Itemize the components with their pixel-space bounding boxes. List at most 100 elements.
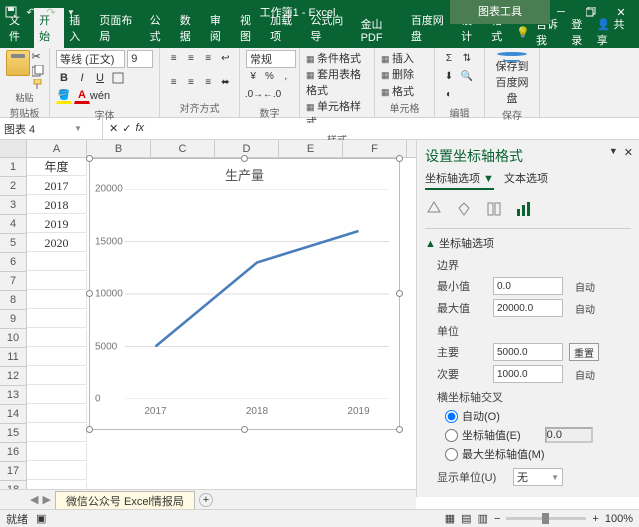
row-10[interactable]: 10	[0, 329, 27, 348]
enter-formula-icon[interactable]: ✓	[122, 122, 131, 135]
cell-A11[interactable]	[27, 348, 87, 366]
chart-handle-nw[interactable]	[86, 155, 93, 162]
tab-formula[interactable]: 公式	[145, 8, 175, 48]
cross-value-radio[interactable]	[445, 429, 458, 442]
qa-more-icon[interactable]: ▼	[64, 5, 78, 19]
col-A[interactable]: A	[27, 140, 87, 157]
row-2[interactable]: 2	[0, 177, 27, 196]
row-6[interactable]: 6	[0, 253, 27, 272]
tab-layout[interactable]: 页面布局	[94, 8, 144, 48]
cell-A6[interactable]	[27, 253, 87, 271]
cancel-formula-icon[interactable]: ✕	[109, 122, 118, 135]
effects-icon[interactable]	[455, 200, 473, 218]
display-unit-combo[interactable]: 无▼	[513, 468, 563, 486]
col-B[interactable]: B	[87, 140, 151, 157]
pane-tab-axis[interactable]: 坐标轴选项 ▼	[425, 170, 494, 190]
baidu-cloud-icon[interactable]	[497, 52, 527, 56]
bold-button[interactable]: B	[56, 70, 72, 86]
tab-data[interactable]: 数据	[175, 8, 205, 48]
cell-A8[interactable]	[27, 291, 87, 309]
chart-handle-n[interactable]	[241, 155, 248, 162]
zoom-out-icon[interactable]: −	[494, 513, 500, 525]
format-painter-icon[interactable]	[32, 79, 44, 90]
row-4[interactable]: 4	[0, 215, 27, 234]
redo-icon[interactable]: ↷	[44, 5, 58, 19]
name-box-input[interactable]	[4, 123, 74, 135]
name-box[interactable]: ▼	[0, 118, 103, 139]
col-E[interactable]: E	[279, 140, 343, 157]
font-name-combo[interactable]: 等线 (正文)	[56, 50, 125, 68]
new-sheet-icon[interactable]: +	[199, 493, 213, 507]
cell-A7[interactable]	[27, 272, 87, 290]
view-pagebreak-icon[interactable]: ▥	[478, 512, 488, 525]
macro-record-icon[interactable]: ▣	[36, 512, 46, 525]
sheet-nav-prev-icon[interactable]: ◀	[30, 493, 38, 506]
align-left-icon[interactable]: ≡	[166, 75, 181, 91]
merge-icon[interactable]: ⬌	[218, 75, 233, 91]
row-13[interactable]: 13	[0, 386, 27, 405]
cell-A15[interactable]	[27, 424, 87, 442]
min-input[interactable]	[493, 277, 563, 295]
fill-outline-icon[interactable]	[425, 200, 443, 218]
align-top-icon[interactable]: ≡	[166, 50, 181, 66]
cell-A3[interactable]: 2018	[27, 196, 87, 214]
cell-A2[interactable]: 2017	[27, 177, 87, 195]
currency-icon[interactable]: ¥	[246, 68, 260, 84]
percent-icon[interactable]: %	[262, 68, 276, 84]
insert-cells-button[interactable]: ▦ 插入	[381, 50, 428, 66]
italic-button[interactable]: I	[74, 70, 90, 86]
copy-icon[interactable]	[32, 65, 44, 77]
size-props-icon[interactable]	[485, 200, 503, 218]
sheet-nav-next-icon[interactable]: ▶	[42, 493, 50, 506]
align-right-icon[interactable]: ≡	[201, 75, 216, 91]
row-14[interactable]: 14	[0, 405, 27, 424]
delete-cells-button[interactable]: ▦ 删除	[381, 66, 428, 82]
clear-icon[interactable]: ◐	[441, 86, 457, 102]
cell-A17[interactable]	[27, 462, 87, 480]
col-C[interactable]: C	[151, 140, 215, 157]
share[interactable]: 👤 共享	[597, 16, 631, 48]
format-cells-button[interactable]: ▦ 格式	[381, 83, 428, 99]
fill-color-button[interactable]: 🪣	[56, 88, 72, 104]
sheet-tab-1[interactable]: 微信公众号 Excel情报局	[55, 491, 195, 509]
paste-button[interactable]: ✂ 粘贴	[6, 50, 43, 104]
tab-baidu[interactable]: 百度网盘	[406, 8, 456, 48]
font-size-combo[interactable]: 9	[127, 50, 153, 68]
cut-icon[interactable]: ✂	[32, 50, 44, 63]
formula-input[interactable]	[150, 123, 639, 135]
chart-handle-w[interactable]	[86, 290, 93, 297]
align-bottom-icon[interactable]: ≡	[201, 50, 216, 66]
comma-icon[interactable]: ,	[279, 68, 293, 84]
tab-wps[interactable]: 金山PDF	[356, 12, 406, 48]
align-middle-icon[interactable]: ≡	[183, 50, 198, 66]
pane-close-icon[interactable]: ✕	[624, 146, 633, 159]
minor-input[interactable]	[493, 365, 563, 383]
row-3[interactable]: 3	[0, 196, 27, 215]
chart-handle-e[interactable]	[396, 290, 403, 297]
tab-addin[interactable]: 加载项	[265, 8, 305, 48]
dec-decimal-icon[interactable]: ←.0	[264, 86, 280, 102]
underline-button[interactable]: U	[92, 70, 108, 86]
view-pagelayout-icon[interactable]: ▤	[461, 512, 471, 525]
chart-title[interactable]: 生产量	[90, 159, 399, 190]
cross-auto-radio[interactable]	[445, 410, 458, 423]
axis-options-icon[interactable]	[515, 200, 533, 218]
row-12[interactable]: 12	[0, 367, 27, 386]
phonetic-button[interactable]: wén	[92, 88, 108, 104]
undo-icon[interactable]: ↶	[24, 5, 38, 19]
sort-icon[interactable]: ⇅	[459, 50, 475, 66]
cell-A5[interactable]: 2020	[27, 234, 87, 252]
major-input[interactable]	[493, 343, 563, 361]
save-icon[interactable]	[4, 5, 18, 19]
cell-A1[interactable]: 年度	[27, 158, 87, 176]
cond-format-button[interactable]: ▦ 条件格式	[306, 50, 368, 66]
cell-A9[interactable]	[27, 310, 87, 328]
zoom-slider[interactable]	[506, 517, 586, 520]
cell-A12[interactable]	[27, 367, 87, 385]
select-all-corner[interactable]	[0, 140, 27, 157]
chart-plot-area[interactable]: 05000100001500020000 201720182019	[125, 189, 389, 399]
autosum-icon[interactable]: Σ	[441, 50, 457, 66]
major-reset-button[interactable]: 重置	[569, 343, 599, 361]
max-input[interactable]	[493, 299, 563, 317]
row-8[interactable]: 8	[0, 291, 27, 310]
